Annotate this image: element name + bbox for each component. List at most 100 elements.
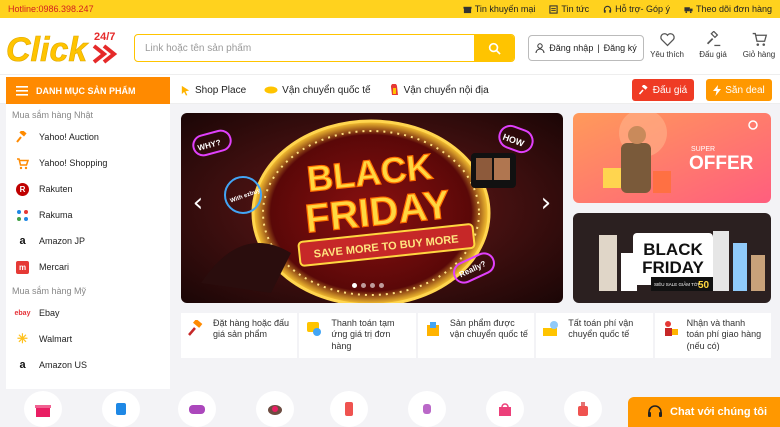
lightning-icon <box>713 84 722 96</box>
category-sidebar: Mua sắm hàng Nhật Yahoo! Auction Yahoo! … <box>6 104 170 389</box>
category-menu-button[interactable]: DANH MỤC SẢN PHẨM <box>6 77 170 105</box>
topbar-link-support[interactable]: Hỗ trợ- Góp ý <box>603 4 670 14</box>
side-bf-percent: 50 <box>698 280 710 291</box>
sidebar-item-yahoo-auction[interactable]: Yahoo! Auction <box>6 124 170 150</box>
user-icon <box>535 43 545 53</box>
nav-link-international-shipping[interactable]: Vận chuyển quốc tế <box>264 85 371 96</box>
ebay-icon: ebay <box>14 309 31 317</box>
sidebar-item-rakuma[interactable]: Rakuma <box>6 202 170 228</box>
rakuten-icon: R <box>16 182 29 196</box>
sidebar-item-amazon-jp[interactable]: a Amazon JP <box>6 228 170 254</box>
topbar: Hotline:0986.398.247 Tin khuyến mại Tin … <box>0 0 780 18</box>
nav-links: Shop Place Vận chuyển quốc tế Vận chuyển… <box>180 75 489 105</box>
topbar-link-promotions[interactable]: Tin khuyến mại <box>463 4 535 14</box>
banner-dot[interactable] <box>370 283 375 288</box>
gift-icon <box>463 6 472 13</box>
site-logo[interactable]: Click 24/7 <box>6 28 124 68</box>
super-offer-artwork: SUPER OFFER <box>573 113 771 203</box>
delivery-person-icon <box>664 321 678 336</box>
logo-text: Click <box>6 31 89 68</box>
sidebar-item-ebay[interactable]: ebay Ebay <box>6 300 170 326</box>
search-button[interactable] <box>474 35 514 61</box>
heart-icon <box>659 33 675 47</box>
services-strip: Đặt hàng hoặc đấu giá sản phẩm Thanh toá… <box>181 313 772 358</box>
service-delivery[interactable]: Nhận và thanh toán phí giao hàng (nếu có… <box>654 313 772 358</box>
sidebar-item-yahoo-shopping[interactable]: Yahoo! Shopping <box>6 150 170 176</box>
cart-icon <box>752 32 767 46</box>
sidebar-item-amazon-us[interactable]: a Amazon US <box>6 352 170 378</box>
chat-button[interactable]: Chat với chúng tôi <box>628 397 780 427</box>
news-icon <box>549 4 559 14</box>
super-offer-banner[interactable]: SUPER OFFER <box>573 113 771 203</box>
gavel-icon <box>706 31 720 47</box>
amazon-jp-icon: a <box>19 235 26 247</box>
shopping-cart-icon <box>16 157 29 170</box>
hero-banner[interactable]: HOW WHY? With ezbuy Really? BLACK FRIDAY… <box>181 113 563 303</box>
category-perfume-icon[interactable] <box>564 391 602 427</box>
black-friday-side-artwork: BLACK FRIDAY SIÊU SALE GIẢM TỚI 50 <box>573 213 771 303</box>
deal-pill-button[interactable]: Săn deal <box>706 79 772 101</box>
logo-chevrons <box>92 44 118 64</box>
banner-dot[interactable] <box>352 283 357 288</box>
side-bf-line1: BLACK <box>643 240 703 259</box>
banner-next-arrow[interactable]: › <box>536 188 556 218</box>
category-health-icon[interactable] <box>330 391 368 427</box>
topbar-link-order-tracking[interactable]: Theo dõi đơn hàng <box>684 4 772 14</box>
service-payment[interactable]: Thanh toán tạm ứng giá trị đơn hàng <box>299 313 416 358</box>
search-icon <box>488 42 501 55</box>
category-watch-icon[interactable] <box>408 391 446 427</box>
nav-link-shop-place[interactable]: Shop Place <box>180 85 246 96</box>
hotline[interactable]: Hotline:0986.398.247 <box>8 4 94 14</box>
header: Click 24/7 Đăng nhập | Đăng ký Yêu thích… <box>0 18 780 74</box>
account-separator: | <box>597 43 600 53</box>
cart-button[interactable]: Giỏ hàng <box>742 31 776 59</box>
login-link[interactable]: Đăng nhập <box>549 43 593 53</box>
category-cosmetics-icon[interactable] <box>256 391 294 427</box>
sidebar-item-rakuten[interactable]: R Rakuten <box>6 176 170 202</box>
service-order[interactable]: Đặt hàng hoặc đấu giá sản phẩm <box>181 313 298 358</box>
topbar-links: Tin khuyến mại Tin tức Hỗ trợ- Góp ý The… <box>463 4 772 14</box>
headset-icon <box>603 5 612 13</box>
auction-hammer-icon <box>638 85 648 95</box>
yahoo-auction-icon <box>16 130 29 144</box>
truck-icon <box>684 6 693 13</box>
offer-small-text: SUPER <box>691 146 715 153</box>
sidebar-group-us: Mua sắm hàng Mỹ <box>12 286 87 296</box>
rocket-icon <box>390 84 398 95</box>
auction-button[interactable]: Đấu giá <box>696 31 730 59</box>
banner-prev-arrow[interactable]: ‹ <box>188 188 208 218</box>
banner-dots <box>352 283 384 288</box>
black-friday-side-banner[interactable]: BLACK FRIDAY SIÊU SALE GIẢM TỚI 50 <box>573 213 771 303</box>
wishlist-button[interactable]: Yêu thích <box>650 31 684 59</box>
service-settlement[interactable]: Tất toán phí vận chuyển quốc tế <box>536 313 653 358</box>
register-link[interactable]: Đăng ký <box>604 43 637 53</box>
category-electronics-icon[interactable] <box>102 391 140 427</box>
nav-link-domestic-shipping[interactable]: Vận chuyển nội địa <box>389 84 489 96</box>
rakuma-icon <box>16 209 29 222</box>
amazon-us-icon: a <box>19 359 26 371</box>
category-bag-icon[interactable] <box>486 391 524 427</box>
sidebar-item-walmart[interactable]: ✳ Walmart <box>6 326 170 352</box>
side-bf-badge: SIÊU SALE GIẢM TỚI <box>654 280 699 287</box>
search-box <box>134 34 515 62</box>
walmart-icon: ✳ <box>17 331 28 346</box>
money-icon <box>543 321 559 336</box>
service-shipping[interactable]: Sản phẩm được vận chuyển quốc tế <box>417 313 535 358</box>
category-gift-icon[interactable] <box>24 391 62 427</box>
banner-dot[interactable] <box>379 283 384 288</box>
menu-icon <box>16 86 28 96</box>
auction-pill-button[interactable]: Đấu giá <box>632 79 694 101</box>
sidebar-group-japan: Mua sắm hàng Nhật <box>12 110 94 120</box>
package-icon <box>426 322 439 336</box>
payment-icon <box>307 322 322 336</box>
banner-dot[interactable] <box>361 283 366 288</box>
black-friday-artwork: HOW WHY? With ezbuy Really? BLACK FRIDAY… <box>181 113 563 303</box>
topbar-link-news[interactable]: Tin tức <box>549 4 589 14</box>
offer-big-text: OFFER <box>689 153 754 174</box>
logo-badge: 24/7 <box>94 31 115 43</box>
mercari-icon: m <box>16 260 29 274</box>
plane-icon <box>264 86 278 94</box>
search-input[interactable] <box>135 35 474 61</box>
sidebar-item-mercari[interactable]: m Mercari <box>6 254 170 280</box>
category-gamepad-icon[interactable] <box>178 391 216 427</box>
